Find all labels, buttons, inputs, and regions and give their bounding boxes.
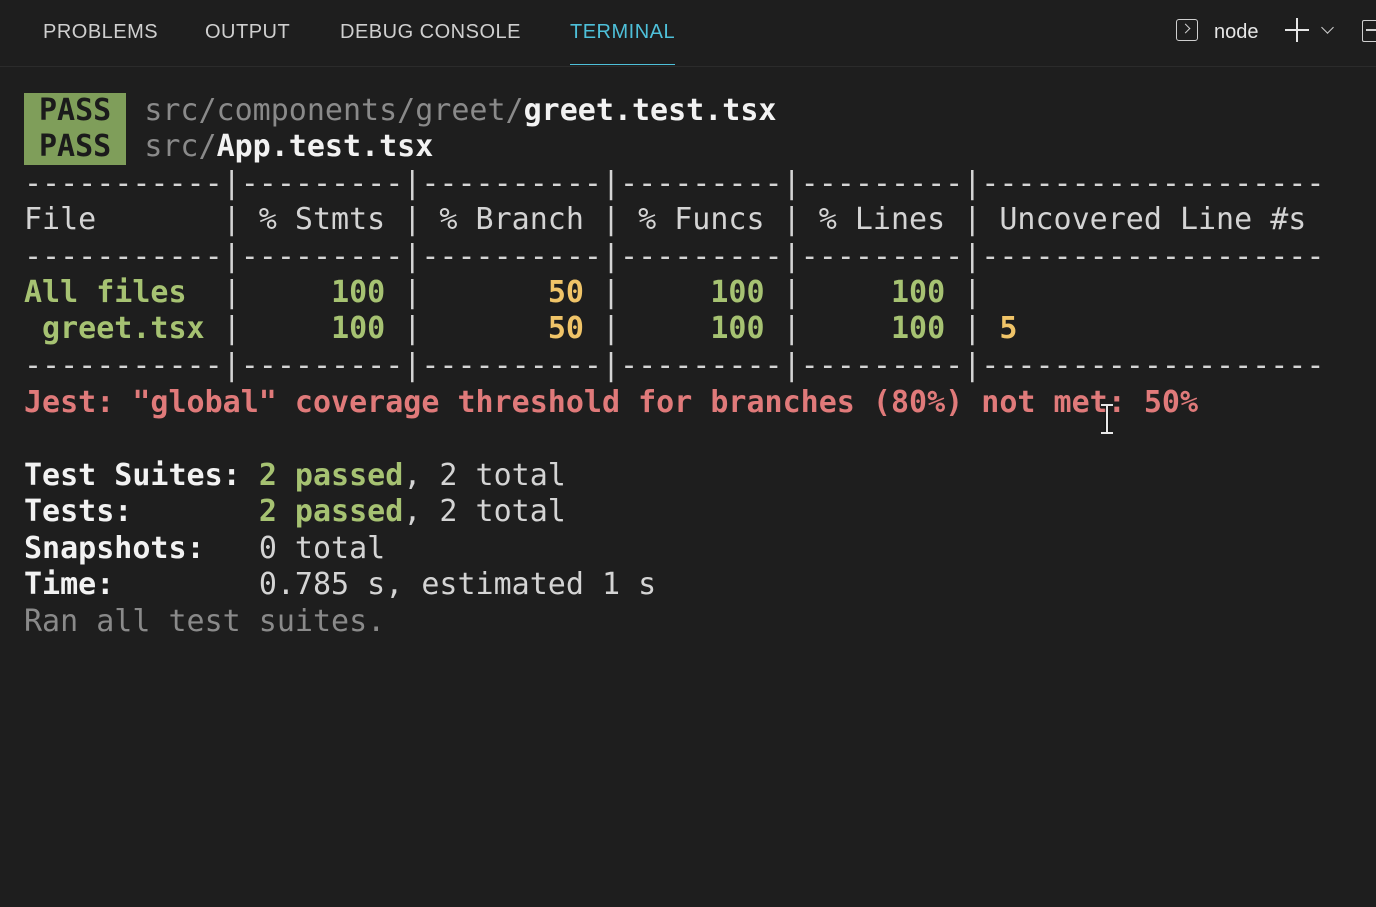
terminal-icon[interactable] bbox=[1176, 19, 1198, 41]
result-path-dir: src/ bbox=[144, 129, 217, 164]
cell-file: All files bbox=[24, 275, 223, 310]
summary-time: Time: 0.785 s, estimated 1 s bbox=[24, 567, 656, 603]
pass-badge: PASS bbox=[24, 93, 127, 129]
summary-label: Test Suites: bbox=[24, 458, 241, 493]
tab-output[interactable]: OUTPUT bbox=[205, 19, 290, 45]
summary-value: 0 total bbox=[258, 531, 386, 566]
test-result-line: PASS src/App.test.tsx bbox=[24, 129, 433, 165]
coverage-threshold-error: Jest: "global" coverage threshold for br… bbox=[24, 385, 1198, 420]
text-cursor-icon bbox=[1101, 404, 1113, 434]
cell-file: greet.tsx bbox=[24, 311, 223, 346]
table-header: File | % Stmts | % Branch | % Funcs | % … bbox=[24, 202, 1325, 237]
ran-all-message: Ran all test suites. bbox=[24, 604, 386, 639]
pass-badge: PASS bbox=[24, 129, 127, 165]
cell-funcs: 100 bbox=[710, 311, 765, 346]
table-separator: -----------|---------|----------|-------… bbox=[24, 166, 1325, 201]
test-result-line: PASS src/components/greet/greet.test.tsx bbox=[24, 93, 776, 129]
summary-value: 0.785 s, estimated 1 s bbox=[258, 567, 657, 602]
terminal-output[interactable]: PASS src/components/greet/greet.test.tsx… bbox=[0, 67, 1376, 642]
summary-tests: Tests: 2 passed, 2 total bbox=[24, 494, 566, 530]
summary-total: , 2 total bbox=[403, 458, 566, 493]
result-path-file: greet.test.tsx bbox=[523, 93, 777, 128]
chevron-down-icon[interactable] bbox=[1321, 21, 1334, 34]
table-row: greet.tsx | 100 | 50 | 100 | 100 | 5 bbox=[24, 311, 1018, 346]
summary-label: Snapshots: bbox=[24, 531, 205, 566]
summary-total: , 2 total bbox=[403, 494, 566, 529]
summary-passed: 2 passed bbox=[258, 494, 404, 529]
cell-lines: 100 bbox=[891, 311, 946, 346]
tab-terminal[interactable]: TERMINAL bbox=[570, 19, 676, 65]
result-path-file: App.test.tsx bbox=[216, 129, 434, 164]
split-terminal-icon[interactable] bbox=[1362, 20, 1376, 42]
cell-funcs: 100 bbox=[710, 275, 765, 310]
summary-test-suites: Test Suites: 2 passed, 2 total bbox=[24, 458, 566, 494]
tab-debug-console[interactable]: DEBUG CONSOLE bbox=[340, 19, 521, 45]
cell-branch: 50 bbox=[547, 275, 584, 310]
tab-problems[interactable]: PROBLEMS bbox=[43, 19, 158, 45]
cell-stmts: 100 bbox=[331, 275, 386, 310]
table-separator: -----------|---------|----------|-------… bbox=[24, 348, 1325, 383]
panel-header: PROBLEMS OUTPUT DEBUG CONSOLE TERMINAL n… bbox=[0, 0, 1376, 67]
summary-label: Tests: bbox=[24, 494, 133, 529]
cell-uncovered: 5 bbox=[999, 311, 1018, 346]
table-separator: -----------|---------|----------|-------… bbox=[24, 239, 1325, 274]
cell-branch: 50 bbox=[547, 311, 584, 346]
table-row: All files | 100 | 50 | 100 | 100 | bbox=[24, 275, 1000, 310]
summary-label: Time: bbox=[24, 567, 115, 602]
plus-icon[interactable] bbox=[1285, 18, 1309, 42]
cell-stmts: 100 bbox=[331, 311, 386, 346]
summary-snapshots: Snapshots: 0 total bbox=[24, 531, 385, 567]
shell-name-label[interactable]: node bbox=[1214, 19, 1259, 45]
result-path-dir: src/components/greet/ bbox=[144, 93, 524, 128]
summary-passed: 2 passed bbox=[258, 458, 404, 493]
cell-lines: 100 bbox=[891, 275, 946, 310]
